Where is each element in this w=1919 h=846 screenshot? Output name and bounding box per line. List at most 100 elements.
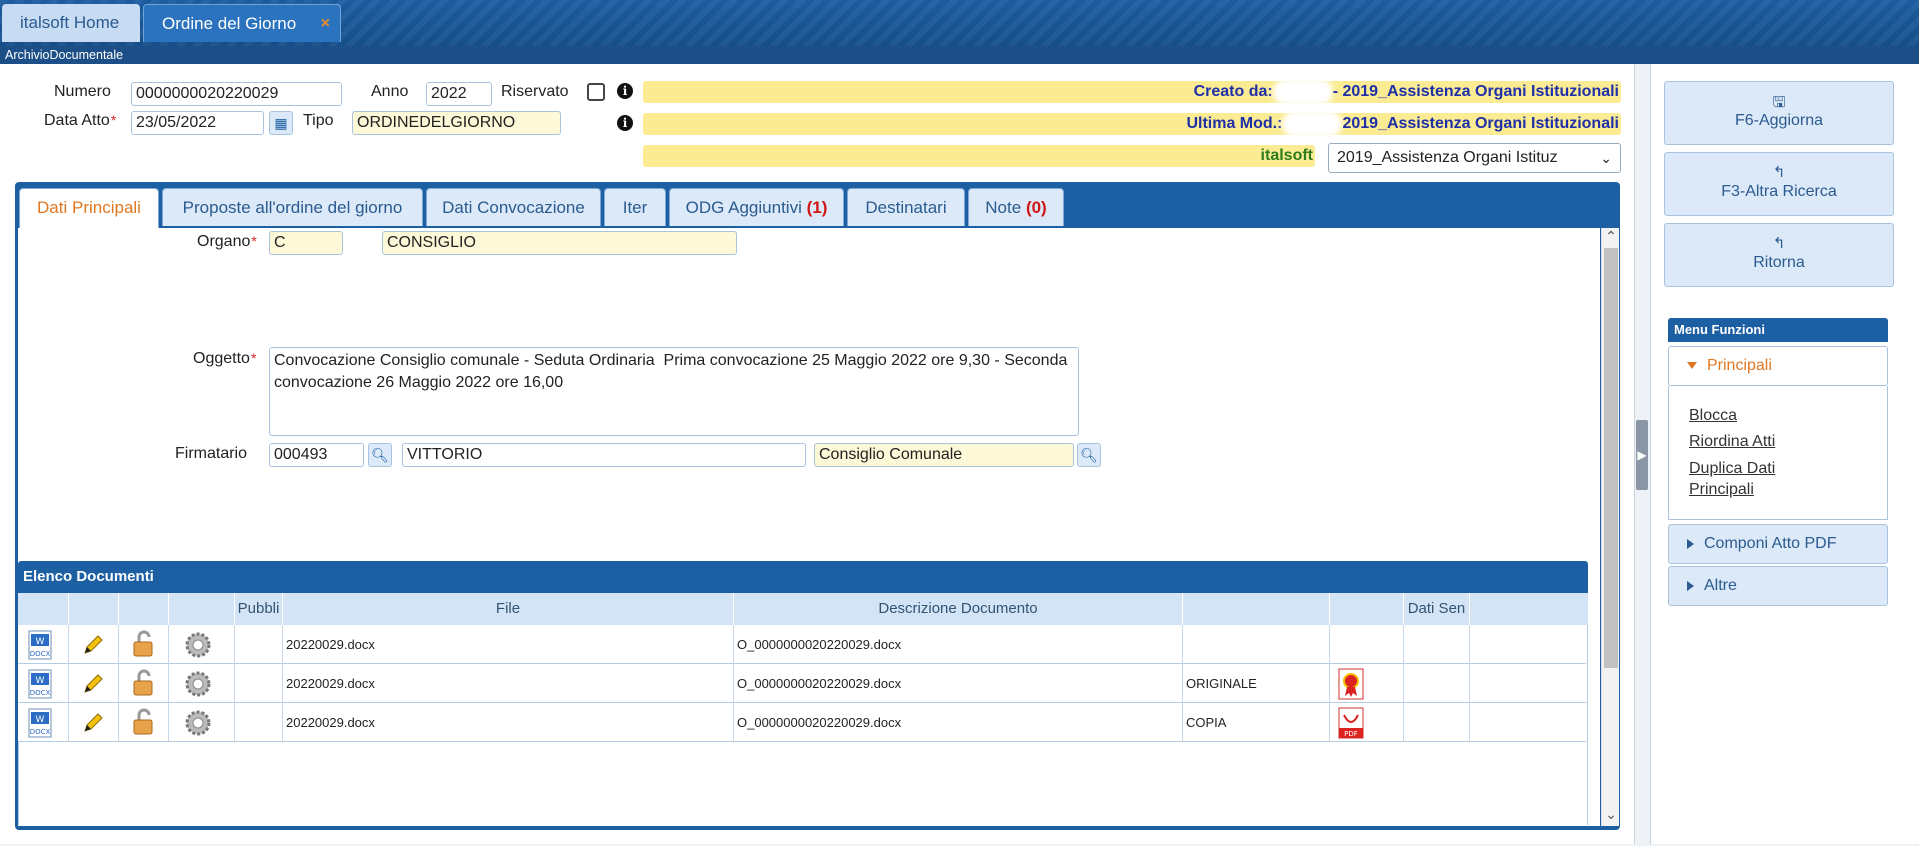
pencil-icon[interactable] xyxy=(81,633,105,657)
col-header xyxy=(1330,593,1404,625)
tab-dati-convocazione[interactable]: Dati Convocazione xyxy=(426,188,601,226)
tab-italsoft-home[interactable]: italsoft Home xyxy=(2,4,140,42)
firmatario-label: Firmatario xyxy=(175,445,248,462)
scroll-up-icon[interactable]: ⌃ xyxy=(1602,228,1620,245)
chevron-down-icon: ⌄ xyxy=(1600,150,1612,166)
docx-icon[interactable]: W DOCX xyxy=(26,630,54,660)
col-header-dati-sen[interactable]: Dati Sen xyxy=(1404,593,1470,625)
panel-splitter[interactable]: ▶ xyxy=(1636,420,1648,490)
tab-proposte[interactable]: Proposte all'ordine del giorno xyxy=(162,188,423,226)
col-header xyxy=(169,593,235,625)
organo-desc-input[interactable]: CONSIGLIO xyxy=(382,231,737,255)
organo-code-input[interactable]: C xyxy=(269,231,343,255)
menu-section-altre[interactable]: Altre xyxy=(1668,566,1888,606)
ente-banner: italsoft xyxy=(643,145,1315,167)
unlock-icon[interactable] xyxy=(131,630,157,658)
firmatario-ente-input[interactable]: Consiglio Comunale xyxy=(814,443,1074,467)
firmatario-name-input[interactable]: VITTORIO xyxy=(402,443,806,467)
organo-label-text: Organo xyxy=(197,233,251,250)
documents-grid-title: Elenco Documenti xyxy=(18,561,1588,593)
gear-icon[interactable] xyxy=(183,670,213,698)
col-header-pubbli[interactable]: Pubbli xyxy=(235,593,283,625)
pencil-icon[interactable] xyxy=(81,711,105,735)
tab-ordine-del-giorno[interactable]: Ordine del Giorno × xyxy=(143,4,341,42)
col-header xyxy=(1470,593,1588,625)
info-icon[interactable]: i xyxy=(617,115,633,131)
svg-text:PDF: PDF xyxy=(1344,730,1358,738)
cell-file: 20220029.docx xyxy=(283,625,734,664)
cell-edit xyxy=(69,625,119,664)
vertical-scrollbar[interactable]: ⌃ ⌄ xyxy=(1601,228,1619,826)
cell-extra xyxy=(1470,703,1586,742)
organo-label: Organo* xyxy=(197,233,257,250)
save-icon: 🖫︎ xyxy=(1772,94,1786,111)
menu-section-principali[interactable]: Principali xyxy=(1668,346,1888,386)
table-row[interactable]: W DOCX 20220029.docx O_0000000020220029.d… xyxy=(18,664,1586,703)
scroll-down-icon[interactable]: ⌄ xyxy=(1602,806,1620,823)
tab-note[interactable]: Note (0) xyxy=(968,188,1064,226)
section-label: Componi Atto PDF xyxy=(1704,535,1837,552)
cell-tipo xyxy=(1183,625,1330,664)
redacted-user xyxy=(1286,114,1339,133)
certificate-icon[interactable] xyxy=(1338,668,1364,700)
cell-badge xyxy=(1330,664,1404,703)
pencil-icon[interactable] xyxy=(81,672,105,696)
ufficio-select[interactable]: 2019_Assistenza Organi Istituz ⌄ xyxy=(1328,143,1621,173)
cell-settings xyxy=(169,625,235,664)
search-icon[interactable]: 🔍︎ xyxy=(368,443,392,467)
gear-icon[interactable] xyxy=(183,631,213,659)
ritorna-button[interactable]: ↰ Ritorna xyxy=(1664,223,1894,287)
cell-descrizione: O_0000000020220029.docx xyxy=(734,703,1183,742)
anno-input[interactable]: 2022 xyxy=(426,82,492,106)
aggiorna-button[interactable]: 🖫︎ F6-Aggiorna xyxy=(1664,81,1894,145)
cell-file: 20220029.docx xyxy=(283,664,734,703)
info-icon[interactable]: i xyxy=(617,83,633,99)
oggetto-textarea[interactable]: Convocazione Consiglio comunale - Seduta… xyxy=(269,347,1079,436)
data-atto-input[interactable]: 23/05/2022 xyxy=(131,111,264,135)
firmatario-code-input[interactable]: 000493 xyxy=(269,443,364,467)
tab-dati-principali[interactable]: Dati Principali xyxy=(19,188,159,228)
cell-settings xyxy=(169,703,235,742)
col-header-descrizione[interactable]: Descrizione Documento xyxy=(734,593,1183,625)
caret-right-icon xyxy=(1687,580,1694,591)
numero-input[interactable]: 0000000020220029 xyxy=(131,82,342,106)
gear-icon[interactable] xyxy=(183,709,213,737)
scroll-thumb[interactable] xyxy=(1604,248,1618,668)
tab-label: Dati Principali xyxy=(37,198,141,217)
tab-odg-label: Ordine del Giorno xyxy=(162,14,297,33)
calendar-icon[interactable]: ▦ xyxy=(269,111,293,135)
docx-icon[interactable]: W DOCX xyxy=(26,669,54,699)
altra-ricerca-button[interactable]: ↰ F3-Altra Ricerca xyxy=(1664,152,1894,216)
tipo-input[interactable]: ORDINEDELGIORNO xyxy=(352,111,561,135)
tab-iter[interactable]: Iter xyxy=(604,188,666,226)
menu-section-componi-atto-pdf[interactable]: Componi Atto PDF xyxy=(1668,524,1888,564)
documents-grid-header: Pubbli File Descrizione Documento Dati S… xyxy=(18,593,1588,625)
docx-icon[interactable]: W DOCX xyxy=(26,708,54,738)
cell-extra xyxy=(1470,625,1586,664)
menu-item-riordina-atti[interactable]: Riordina Atti xyxy=(1689,431,1879,452)
cell-extra xyxy=(1470,664,1586,703)
numero-label: Numero xyxy=(54,83,111,100)
tab-destinatari[interactable]: Destinatari xyxy=(847,188,965,226)
cell-dati-sen xyxy=(1404,703,1470,742)
menu-item-blocca[interactable]: Blocca xyxy=(1689,405,1879,426)
tab-odg-aggiuntivi[interactable]: ODG Aggiuntivi (1) xyxy=(669,188,844,226)
creato-da-value: - 2019_Assistenza Organi Istituzionali xyxy=(1332,83,1619,100)
unlock-icon[interactable] xyxy=(131,708,157,736)
svg-text:DOCX: DOCX xyxy=(30,689,51,697)
search-icon[interactable]: 🔍︎ xyxy=(1077,443,1101,467)
riservato-label: Riservato xyxy=(501,83,569,100)
tab-label: Note xyxy=(985,198,1022,217)
menu-item-duplica-dati[interactable]: Duplica Dati Principali xyxy=(1689,458,1809,500)
cell-icon: W DOCX xyxy=(18,664,69,703)
close-tab-icon[interactable]: × xyxy=(321,5,330,43)
table-row[interactable]: W DOCX 20220029.docx O_0000000020220029.d… xyxy=(18,703,1586,742)
tab-label: Dati Convocazione xyxy=(442,198,585,217)
pdf-icon[interactable]: PDF xyxy=(1338,707,1364,739)
unlock-icon[interactable] xyxy=(131,669,157,697)
cell-tipo: COPIA xyxy=(1183,703,1330,742)
cell-pubbli xyxy=(235,703,283,742)
col-header-file[interactable]: File xyxy=(283,593,734,625)
table-row[interactable]: W DOCX 20220029.docx O_0000000020220029.d… xyxy=(18,625,1586,664)
riservato-checkbox[interactable] xyxy=(587,83,605,101)
